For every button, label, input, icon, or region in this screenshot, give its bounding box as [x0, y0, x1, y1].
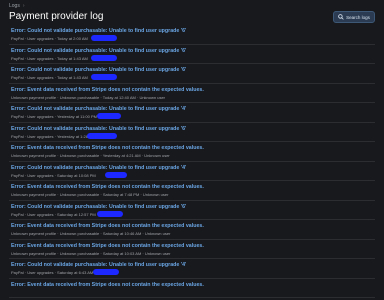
log-entry-error[interactable]: Error: Could not validate purchasable: U…	[11, 28, 186, 34]
search-logs-button[interactable]: Search logs	[333, 11, 375, 23]
log-entry-list: Error: Could not validate purchasable: U…	[9, 25, 375, 298]
log-entry-error[interactable]: Error: Could not validate purchasable: U…	[11, 48, 186, 54]
log-entry-row[interactable]: Error: Could not validate purchasable: U…	[9, 103, 375, 123]
redaction-mark	[91, 74, 117, 80]
log-entry-meta: Unknown payment profile · Unknown purcha…	[11, 153, 170, 158]
log-entry-meta: Unknown payment profile · Unknown purcha…	[11, 192, 169, 197]
log-entry-error[interactable]: Error: Could not validate purchasable: U…	[11, 165, 186, 171]
log-entry-meta: PayPal · User upgrades · Yesterday at 1:…	[11, 133, 96, 139]
search-icon	[338, 14, 344, 20]
log-entry-error[interactable]: Error: Event data received from Stripe d…	[11, 87, 204, 93]
redaction-mark	[91, 54, 117, 61]
log-entry-meta: Unknown payment profile · Unknown purcha…	[11, 231, 171, 236]
redaction-mark	[93, 269, 119, 275]
log-entry-error[interactable]: Error: Event data received from Stripe d…	[11, 282, 204, 288]
page-title: Payment provider log	[9, 11, 104, 22]
log-entry-row[interactable]: Error: Event data received from Stripe d…	[9, 240, 375, 259]
log-entry-meta: PayPal · User upgrades · Saturday at 6:4…	[11, 270, 94, 275]
search-logs-label: Search logs	[346, 14, 370, 20]
log-entry-row[interactable]: Error: Event data received from Stripe d…	[9, 181, 375, 201]
breadcrumb-logs-link[interactable]: Logs	[9, 3, 20, 9]
log-entry-error[interactable]: Error: Could not validate purchasable: U…	[11, 67, 186, 73]
log-entry-meta: PayPal · User upgrades · Today at 2:00 A…	[11, 36, 88, 41]
log-entry-meta: Unknown payment profile · Unknown purcha…	[11, 94, 166, 100]
log-entry-meta: PayPal · User upgrades · Today at 1:43 A…	[11, 55, 88, 61]
log-entry-error[interactable]: Error: Event data received from Stripe d…	[11, 145, 204, 151]
log-entry-meta: PayPal · User upgrades · Today at 1:43 A…	[11, 75, 88, 80]
log-entry-meta: Unknown payment profile · Unknown purcha…	[11, 250, 171, 256]
log-entry-row[interactable]: Error: Event data received from Stripe d…	[9, 142, 375, 162]
breadcrumb: Logs ›	[9, 3, 25, 9]
log-entry-row[interactable]: Error: Could not validate purchasable: U…	[9, 25, 375, 45]
log-entry-error[interactable]: Error: Event data received from Stripe d…	[11, 243, 204, 249]
log-entry-error[interactable]: Error: Event data received from Stripe d…	[11, 223, 204, 229]
log-entry-meta: PayPal · User upgrades · Saturday at 12:…	[11, 211, 96, 217]
log-entry-row[interactable]: Error: Could not validate purchasable: U…	[9, 45, 375, 64]
log-entry-error[interactable]: Error: Could not validate purchasable: U…	[11, 106, 186, 112]
log-entry-row[interactable]: Error: Event data received from Stripe d…	[9, 220, 375, 240]
log-entry-row[interactable]: Error: Could not validate purchasable: U…	[9, 162, 375, 181]
log-entry-error[interactable]: Error: Could not validate purchasable: U…	[11, 126, 186, 132]
redaction-mark	[97, 113, 121, 119]
redaction-mark	[91, 35, 117, 41]
log-entry-row[interactable]: Error: Event data received from Stripe d…	[9, 84, 375, 103]
log-entry-meta: PayPal · User upgrades · Saturday at 10:…	[11, 172, 96, 178]
log-entry-row[interactable]: Error: Could not validate purchasable: U…	[9, 259, 375, 279]
log-entry-row[interactable]: Error: Could not validate purchasable: U…	[9, 201, 375, 220]
breadcrumb-separator: ›	[22, 3, 25, 9]
redaction-mark	[105, 171, 127, 178]
log-entry-error[interactable]: Error: Event data received from Stripe d…	[11, 184, 204, 190]
log-entry-row[interactable]: Error: Could not validate purchasable: U…	[9, 123, 375, 142]
log-entry-error[interactable]: Error: Could not validate purchasable: U…	[11, 204, 186, 210]
redaction-mark	[97, 210, 123, 217]
log-entry-error[interactable]: Error: Could not validate purchasable: U…	[11, 262, 186, 268]
log-entry-meta: PayPal · User upgrades · Yesterday at 11…	[11, 114, 97, 119]
log-entry-row[interactable]: Error: Could not validate purchasable: U…	[9, 64, 375, 84]
redaction-mark	[87, 132, 117, 139]
log-entry-row[interactable]: Error: Event data received from Stripe d…	[9, 279, 375, 298]
